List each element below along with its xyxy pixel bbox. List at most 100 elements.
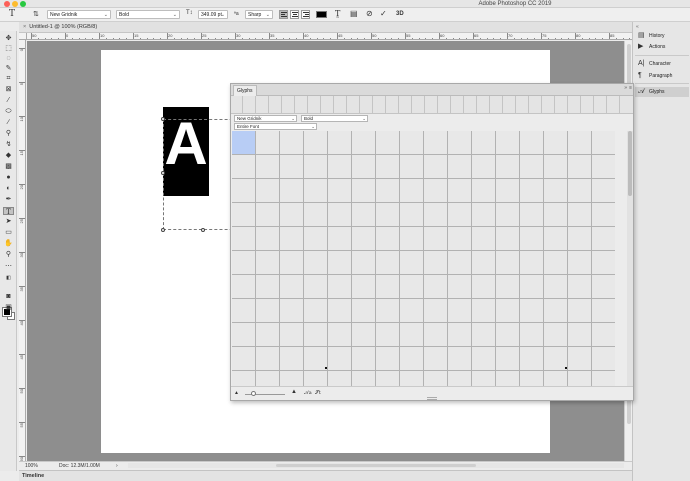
recent-glyph-slot[interactable]: [582, 96, 594, 114]
move-tool-icon[interactable]: ✥: [3, 35, 14, 43]
panel-item-character[interactable]: A| Character: [635, 59, 689, 69]
align-right-button[interactable]: [301, 10, 310, 19]
recent-glyph-slot[interactable]: [608, 96, 620, 114]
glyphs-grid[interactable]: [232, 131, 615, 386]
type-tool-icon[interactable]: T: [3, 207, 14, 216]
frame-tool-icon[interactable]: ⊠: [3, 86, 14, 94]
recent-glyph-slot[interactable]: [595, 96, 607, 114]
font-style-dropdown[interactable]: Bold ⌄: [116, 10, 180, 19]
text-color-swatch[interactable]: [316, 11, 327, 18]
recent-glyph-slot[interactable]: [283, 96, 295, 114]
recent-glyph-slot[interactable]: [413, 96, 425, 114]
recent-glyph-slot[interactable]: [296, 96, 308, 114]
quick-select-tool-icon[interactable]: ✎: [3, 65, 14, 73]
ruler-origin[interactable]: [19, 33, 27, 40]
glyph-size-slider-knob[interactable]: [251, 391, 256, 396]
recent-glyph-slot[interactable]: [374, 96, 386, 114]
document-size[interactable]: Doc: 12.3M/1.00M: [59, 462, 100, 470]
glyphs-panel-header[interactable]: Glyphs » ≡: [231, 84, 633, 96]
recent-glyph-slot[interactable]: [478, 96, 490, 114]
close-tab-icon[interactable]: ×: [23, 24, 26, 30]
clone-stamp-tool-icon[interactable]: ⚲: [3, 130, 14, 138]
recent-glyph-slot[interactable]: [504, 96, 516, 114]
lasso-tool-icon[interactable]: ◌: [3, 55, 14, 63]
glyphs-scrollbar[interactable]: [627, 131, 633, 386]
glyphs-style-dropdown[interactable]: Bold ⌄: [301, 115, 368, 122]
recent-glyph-slot[interactable]: [348, 96, 360, 114]
crop-tool-icon[interactable]: ⌗: [3, 75, 14, 83]
recent-glyph-slot[interactable]: [244, 96, 256, 114]
zoom-out-mountain-icon[interactable]: ▲: [234, 390, 239, 396]
tab-glyphs[interactable]: Glyphs: [233, 85, 257, 96]
recent-glyph-slot[interactable]: [361, 96, 373, 114]
panel-menu-icon[interactable]: ≡: [629, 85, 632, 91]
quick-mask-icon[interactable]: ◙: [3, 293, 14, 301]
transform-handle[interactable]: [161, 171, 165, 175]
cancel-icon[interactable]: ⊘: [366, 9, 373, 18]
rectangle-tool-icon[interactable]: ▭: [3, 229, 14, 237]
panel-item-glyphs[interactable]: 𝒜 Glyphs: [635, 87, 689, 97]
zoom-level[interactable]: 100%: [25, 462, 38, 470]
status-menu-chevron-icon[interactable]: ›: [116, 462, 118, 470]
panel-item-history[interactable]: ▤ History: [635, 31, 689, 41]
eraser-tool-icon[interactable]: ◆: [3, 152, 14, 160]
hand-tool-icon[interactable]: ✋: [3, 240, 14, 248]
transform-handle[interactable]: [201, 228, 205, 232]
collapse-panel-icon[interactable]: »: [624, 85, 627, 91]
panel-item-actions[interactable]: ▶ Actions: [635, 42, 689, 52]
recent-glyph-slot[interactable]: [231, 96, 243, 114]
timeline-panel-tab[interactable]: Timeline: [19, 470, 632, 481]
three-d-button[interactable]: 3D: [396, 11, 404, 17]
brush-tool-icon[interactable]: ∕: [3, 119, 14, 127]
healing-tool-icon[interactable]: ⬭: [3, 108, 14, 116]
align-left-button[interactable]: [279, 10, 288, 19]
screen-mode-icon[interactable]: ▣: [3, 304, 14, 312]
recent-glyph-slot[interactable]: [257, 96, 269, 114]
horizontal-scrollbar[interactable]: [128, 463, 624, 468]
recent-glyph-slot[interactable]: [400, 96, 412, 114]
recent-glyph-slot[interactable]: [439, 96, 451, 114]
glyphs-show-dropdown[interactable]: Entire Font ⌄: [234, 123, 317, 130]
commit-checkmark-icon[interactable]: ✓: [380, 9, 387, 18]
horizontal-ruler[interactable]: 50 0 10 15 20 25 30 35 40 45 50 55 60 65 70 75 80 85: [27, 33, 632, 40]
recent-glyph-slot[interactable]: [270, 96, 282, 114]
history-brush-tool-icon[interactable]: ↯: [3, 141, 14, 149]
recent-glyph-slot[interactable]: [426, 96, 438, 114]
zoom-tool-icon[interactable]: ⚲: [3, 251, 14, 259]
recent-glyph-slot[interactable]: [465, 96, 477, 114]
align-center-button[interactable]: [290, 10, 299, 19]
glyph-a-icon[interactable]: 𝒜a: [304, 390, 312, 396]
type-tool-icon[interactable]: T: [9, 9, 15, 19]
recent-glyph-slot[interactable]: [491, 96, 503, 114]
scroll-thumb[interactable]: [628, 131, 632, 196]
font-family-dropdown[interactable]: New Gridnik ⌄: [47, 10, 111, 19]
gradient-tool-icon[interactable]: ▩: [3, 163, 14, 171]
recent-glyph-slot[interactable]: [387, 96, 399, 114]
recent-glyph-slot[interactable]: [322, 96, 334, 114]
transform-handle[interactable]: [161, 228, 165, 232]
vertical-ruler[interactable]: 0 5 10 15 20 25 30 35 40 45 50 55 60: [19, 40, 26, 462]
recent-glyph-slot[interactable]: [556, 96, 568, 114]
scroll-thumb[interactable]: [276, 464, 476, 467]
more-tools-icon[interactable]: ⋯: [3, 263, 14, 271]
recent-glyph-slot[interactable]: [335, 96, 347, 114]
marquee-tool-icon[interactable]: ⬚: [3, 45, 14, 53]
recent-glyph-slot[interactable]: [309, 96, 321, 114]
transform-handle[interactable]: [161, 117, 165, 121]
default-colors-icon[interactable]: ◧: [3, 274, 14, 282]
dodge-tool-icon[interactable]: ◐: [3, 185, 14, 193]
panel-resize-grip[interactable]: [427, 397, 437, 400]
blur-tool-icon[interactable]: ●: [3, 174, 14, 182]
path-select-tool-icon[interactable]: ➤: [3, 218, 14, 226]
selected-glyph-cell[interactable]: [232, 131, 255, 155]
recent-glyph-slot[interactable]: [543, 96, 555, 114]
font-size-dropdown[interactable]: 349.09 pt ⌄: [198, 10, 228, 19]
warp-text-icon[interactable]: T̰: [335, 9, 340, 18]
recent-glyph-slot[interactable]: [452, 96, 464, 114]
text-orientation-icon[interactable]: ⇅: [33, 10, 39, 18]
antialias-dropdown[interactable]: Sharp ⌄: [245, 10, 273, 19]
glyphs-font-dropdown[interactable]: New Gridnik ⌄: [234, 115, 297, 122]
document-tab[interactable]: × Untitled-1 @ 100% (RGB/8): [19, 22, 632, 33]
zoom-in-mountain-icon[interactable]: ▲: [291, 389, 297, 395]
toggle-panels-icon[interactable]: ▤: [350, 9, 358, 18]
